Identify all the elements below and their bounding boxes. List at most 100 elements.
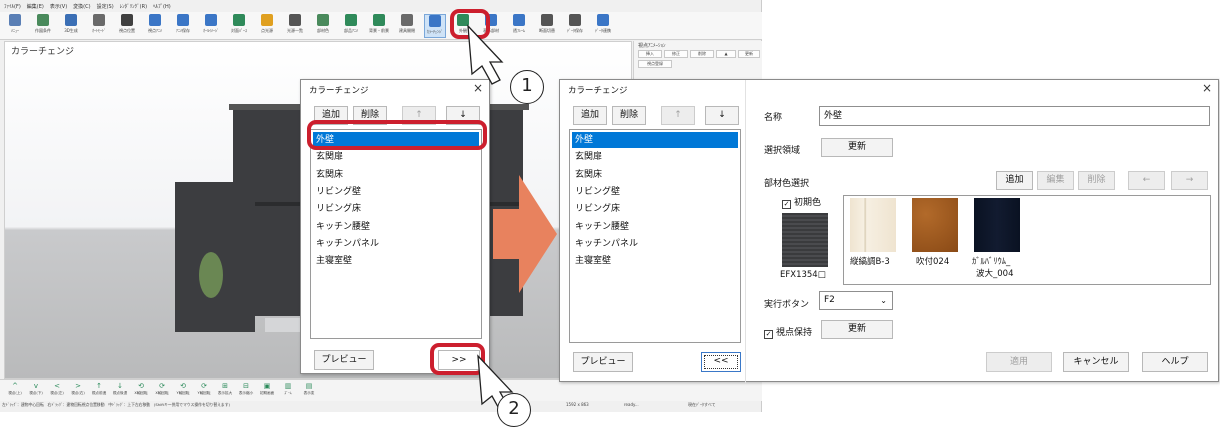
nav-button[interactable]: ⊟ 表示縮小 — [237, 382, 255, 396]
list-item[interactable]: キッチンパネル — [572, 236, 738, 252]
toolbar-button[interactable]: ｵｰﾄﾓｰﾄﾞ — [88, 14, 110, 34]
toolbar-button[interactable]: 視点ｱﾆﾒ — [144, 14, 166, 34]
initial-color-checkbox[interactable]: ✓ 初期色 — [782, 195, 821, 209]
menu-item[interactable]: ﾌｧｲﾙ(F) — [4, 3, 21, 10]
toolbar-button[interactable]: 部材色 — [312, 14, 334, 34]
toolbar-button[interactable]: 作図条件 — [32, 14, 54, 34]
list-item[interactable]: キッチンパネル — [313, 236, 479, 252]
list-item[interactable]: 主寝室壁 — [313, 253, 479, 269]
nav-button[interactable]: ⊞ 表示拡大 — [216, 382, 234, 396]
status-bar: 1592 x 863 ready... 現在ﾃﾞｰﾀすべて — [560, 401, 760, 411]
update-button[interactable]: 更新 — [738, 50, 760, 58]
collapse-button[interactable]: << — [701, 352, 741, 372]
nav-button[interactable]: > 視点(右) — [69, 382, 87, 396]
nav-button[interactable]: ⟳ X軸回転 — [153, 382, 171, 396]
toolbar-button[interactable]: ｶﾗｰﾁｪﾝｼﾞ — [424, 14, 446, 38]
toolbar-label: 部品ｱﾆﾒ — [344, 28, 358, 33]
nav-button[interactable]: ⟲ Y軸回転 — [174, 382, 192, 396]
move-down-button[interactable]: ↓ — [705, 106, 739, 125]
register-view-button[interactable]: 視点登録 — [638, 60, 672, 68]
list-item[interactable]: リビング壁 — [313, 184, 479, 200]
list-item[interactable]: リビング床 — [313, 201, 479, 217]
preview-button[interactable]: プレビュー — [314, 350, 374, 370]
list-item[interactable]: 玄関床 — [313, 167, 479, 183]
list-item[interactable]: 外壁 — [572, 132, 738, 148]
close-icon[interactable]: × — [1202, 81, 1212, 95]
material-prev-button[interactable]: ← — [1128, 171, 1165, 190]
menu-item[interactable]: 編集(E) — [27, 3, 44, 10]
material-add-button[interactable]: 追加 — [996, 171, 1033, 190]
apply-button[interactable]: 適用 — [986, 352, 1052, 372]
toolbar-button[interactable]: ｱﾆﾒ保存 — [172, 14, 194, 34]
swatch-stripe[interactable] — [850, 198, 896, 252]
list-item[interactable]: キッチン腰壁 — [572, 219, 738, 235]
nav-arrow-icon: > — [75, 382, 81, 390]
material-next-button[interactable]: → — [1171, 171, 1208, 190]
toolbar-label: 光源一覧 — [287, 28, 303, 33]
nav-button[interactable]: ⟳ Y軸回転 — [195, 382, 213, 396]
menu-item[interactable]: 設定(S) — [97, 3, 114, 10]
nav-button[interactable]: ↓ 視点後退 — [111, 382, 129, 396]
edit-button[interactable]: 修正 — [664, 50, 688, 58]
move-up-button[interactable]: ↑ — [661, 106, 695, 125]
move-up-button[interactable]: ▲ — [716, 50, 736, 58]
toolbar-button[interactable]: ｵｰﾙｲﾒｰｼﾞ — [200, 14, 222, 34]
exec-button-select[interactable]: F2 ⌄ — [819, 291, 893, 310]
nav-button[interactable]: ▣ 初期画面 — [258, 382, 276, 396]
list-item[interactable]: 玄関床 — [572, 167, 738, 183]
help-button[interactable]: ヘルプ — [1142, 352, 1208, 372]
toolbar-button[interactable]: 3D生成 — [60, 14, 82, 34]
nav-label: Y軸回転 — [197, 391, 211, 395]
dialog-title: カラーチェンジ — [568, 86, 628, 96]
nav-button[interactable]: ▤ 表示変 — [300, 382, 318, 396]
nav-arrow-icon: ⟲ — [180, 382, 186, 390]
initial-color-swatch[interactable] — [782, 213, 828, 267]
toolbar-button[interactable]: 対面ﾊﾟｰｽ — [228, 14, 250, 34]
nav-button[interactable]: ▥ ｽﾞｰﾑ — [279, 382, 297, 396]
toolbar-button[interactable]: 部品ｱﾆﾒ — [340, 14, 362, 34]
toolbar-button[interactable]: 点光源 — [256, 14, 278, 34]
color-change-list[interactable]: 外壁 玄関扉 玄関床 リビング壁 リビング床 キッチン腰壁 キッチンパネル 主寝室壁 — [310, 129, 482, 339]
nav-button[interactable]: < 視点(左) — [48, 382, 66, 396]
material-delete-button[interactable]: 削除 — [1078, 171, 1115, 190]
menu-item[interactable]: ﾍﾙﾌﾟ(H) — [153, 3, 171, 10]
cancel-button[interactable]: キャンセル — [1063, 352, 1129, 372]
area-update-button[interactable]: 更新 — [821, 138, 893, 157]
material-edit-button[interactable]: 編集 — [1037, 171, 1074, 190]
list-item[interactable]: リビング床 — [572, 201, 738, 217]
list-item[interactable]: キッチン腰壁 — [313, 219, 479, 235]
list-item[interactable]: リビング壁 — [572, 184, 738, 200]
toolbar-button[interactable]: ﾃﾞｰﾀ連携 — [592, 14, 614, 34]
keep-view-update-button[interactable]: 更新 — [821, 320, 893, 339]
menu-item[interactable]: ﾚﾝﾀﾞﾘﾝｸﾞ(R) — [120, 3, 147, 10]
keep-view-checkbox[interactable]: ✓ 視点保持 — [764, 325, 812, 339]
nav-button[interactable]: ↑ 視点前進 — [90, 382, 108, 396]
delete-button[interactable]: 削除 — [612, 106, 646, 125]
nav-button[interactable]: ^ 視点(上) — [6, 382, 24, 396]
toolbar-button[interactable]: ﾃﾞｰﾀ保存 — [564, 14, 586, 34]
delete-button[interactable]: 削除 — [690, 50, 714, 58]
swatch-spray[interactable] — [912, 198, 958, 252]
toolbar-button[interactable]: 背景・前景 — [368, 14, 390, 34]
list-item[interactable]: 主寝室壁 — [572, 253, 738, 269]
list-item[interactable]: 玄関扉 — [572, 149, 738, 165]
toolbar-label: ｵｰﾄﾓｰﾄﾞ — [92, 28, 106, 33]
toolbar-button[interactable]: 建具開閉 — [396, 14, 418, 34]
toolbar-button[interactable]: 断面切替 — [536, 14, 558, 34]
list-item[interactable]: 玄関扉 — [313, 149, 479, 165]
toolbar-button[interactable]: ﾒﾆｭｰ — [4, 14, 26, 34]
toolbar-button[interactable]: 視点位置 — [116, 14, 138, 34]
menu-item[interactable]: 表示(V) — [50, 3, 67, 10]
toolbar-label: 3D生成 — [64, 28, 78, 33]
add-button[interactable]: 追加 — [573, 106, 607, 125]
nav-button[interactable]: v 視点(下) — [27, 382, 45, 396]
toolbar-button[interactable]: 光源一覧 — [284, 14, 306, 34]
insert-button[interactable]: 挿入 — [638, 50, 662, 58]
toolbar-icon — [373, 14, 385, 26]
menu-item[interactable]: 変換(C) — [73, 3, 90, 10]
swatch-galvalume[interactable] — [974, 198, 1020, 252]
preview-button[interactable]: プレビュー — [573, 352, 633, 372]
color-change-list[interactable]: 外壁 玄関扉玄関床 リビング壁 リビング床キッチン腰壁 キッチンパネル 主寝室壁 — [569, 129, 741, 343]
name-input[interactable]: 外壁 — [819, 106, 1210, 126]
nav-button[interactable]: ⟲ X軸回転 — [132, 382, 150, 396]
